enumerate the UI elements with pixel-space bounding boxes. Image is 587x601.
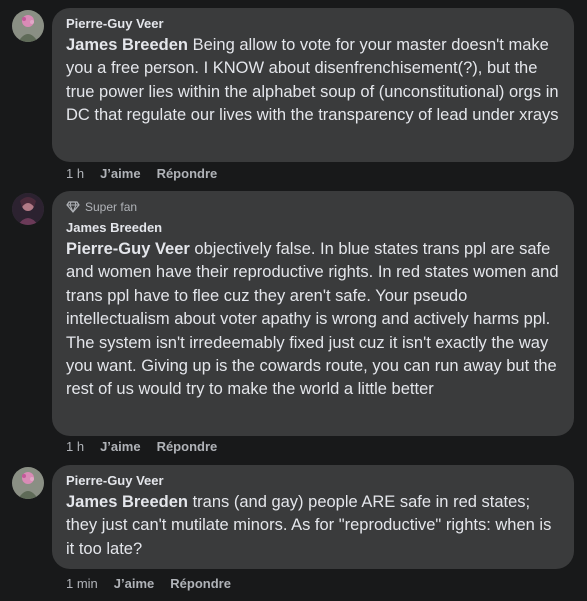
comment-text: James Breeden trans (and gay) people ARE… (66, 491, 562, 561)
comment-actions: 1 h J’aime Répondre (66, 439, 217, 455)
like-button[interactable]: J’aime (114, 576, 154, 592)
comment-timestamp[interactable]: 1 h (66, 166, 84, 182)
super-fan-badge: Super fan (66, 199, 562, 215)
comment-bubble: Super fan James Breeden Pierre-Guy Veer … (52, 191, 574, 436)
diamond-icon (66, 201, 80, 213)
reply-button[interactable]: Répondre (157, 439, 218, 455)
comment-actions: 1 h J’aime Répondre (66, 166, 217, 182)
comment-author[interactable]: Pierre-Guy Veer (66, 16, 562, 32)
comment-bubble: Pierre-Guy Veer James Breeden Being allo… (52, 8, 574, 162)
like-button[interactable]: J’aime (100, 166, 140, 182)
reply-button[interactable]: Répondre (170, 576, 231, 592)
comment-author[interactable]: James Breeden (66, 220, 562, 236)
avatar[interactable] (12, 193, 44, 225)
comment-timestamp[interactable]: 1 min (66, 576, 98, 592)
comment-text: James Breeden Being allow to vote for yo… (66, 34, 562, 128)
mention-link[interactable]: Pierre-Guy Veer (66, 240, 190, 258)
avatar[interactable] (12, 10, 44, 42)
comment-thread: Pierre-Guy Veer James Breeden Being allo… (0, 0, 587, 601)
mention-link[interactable]: James Breeden (66, 36, 188, 54)
comment-actions: 1 min J’aime Répondre (66, 576, 231, 592)
comment-timestamp[interactable]: 1 h (66, 439, 84, 455)
reply-button[interactable]: Répondre (157, 166, 218, 182)
avatar[interactable] (12, 467, 44, 499)
comment-text: Pierre-Guy Veer objectively false. In bl… (66, 238, 562, 402)
like-button[interactable]: J’aime (100, 439, 140, 455)
badge-label: Super fan (85, 200, 138, 214)
comment-body: objectively false. In blue states trans … (66, 240, 559, 399)
comment-author[interactable]: Pierre-Guy Veer (66, 473, 562, 489)
mention-link[interactable]: James Breeden (66, 493, 188, 511)
comment-bubble: Pierre-Guy Veer James Breeden trans (and… (52, 465, 574, 569)
